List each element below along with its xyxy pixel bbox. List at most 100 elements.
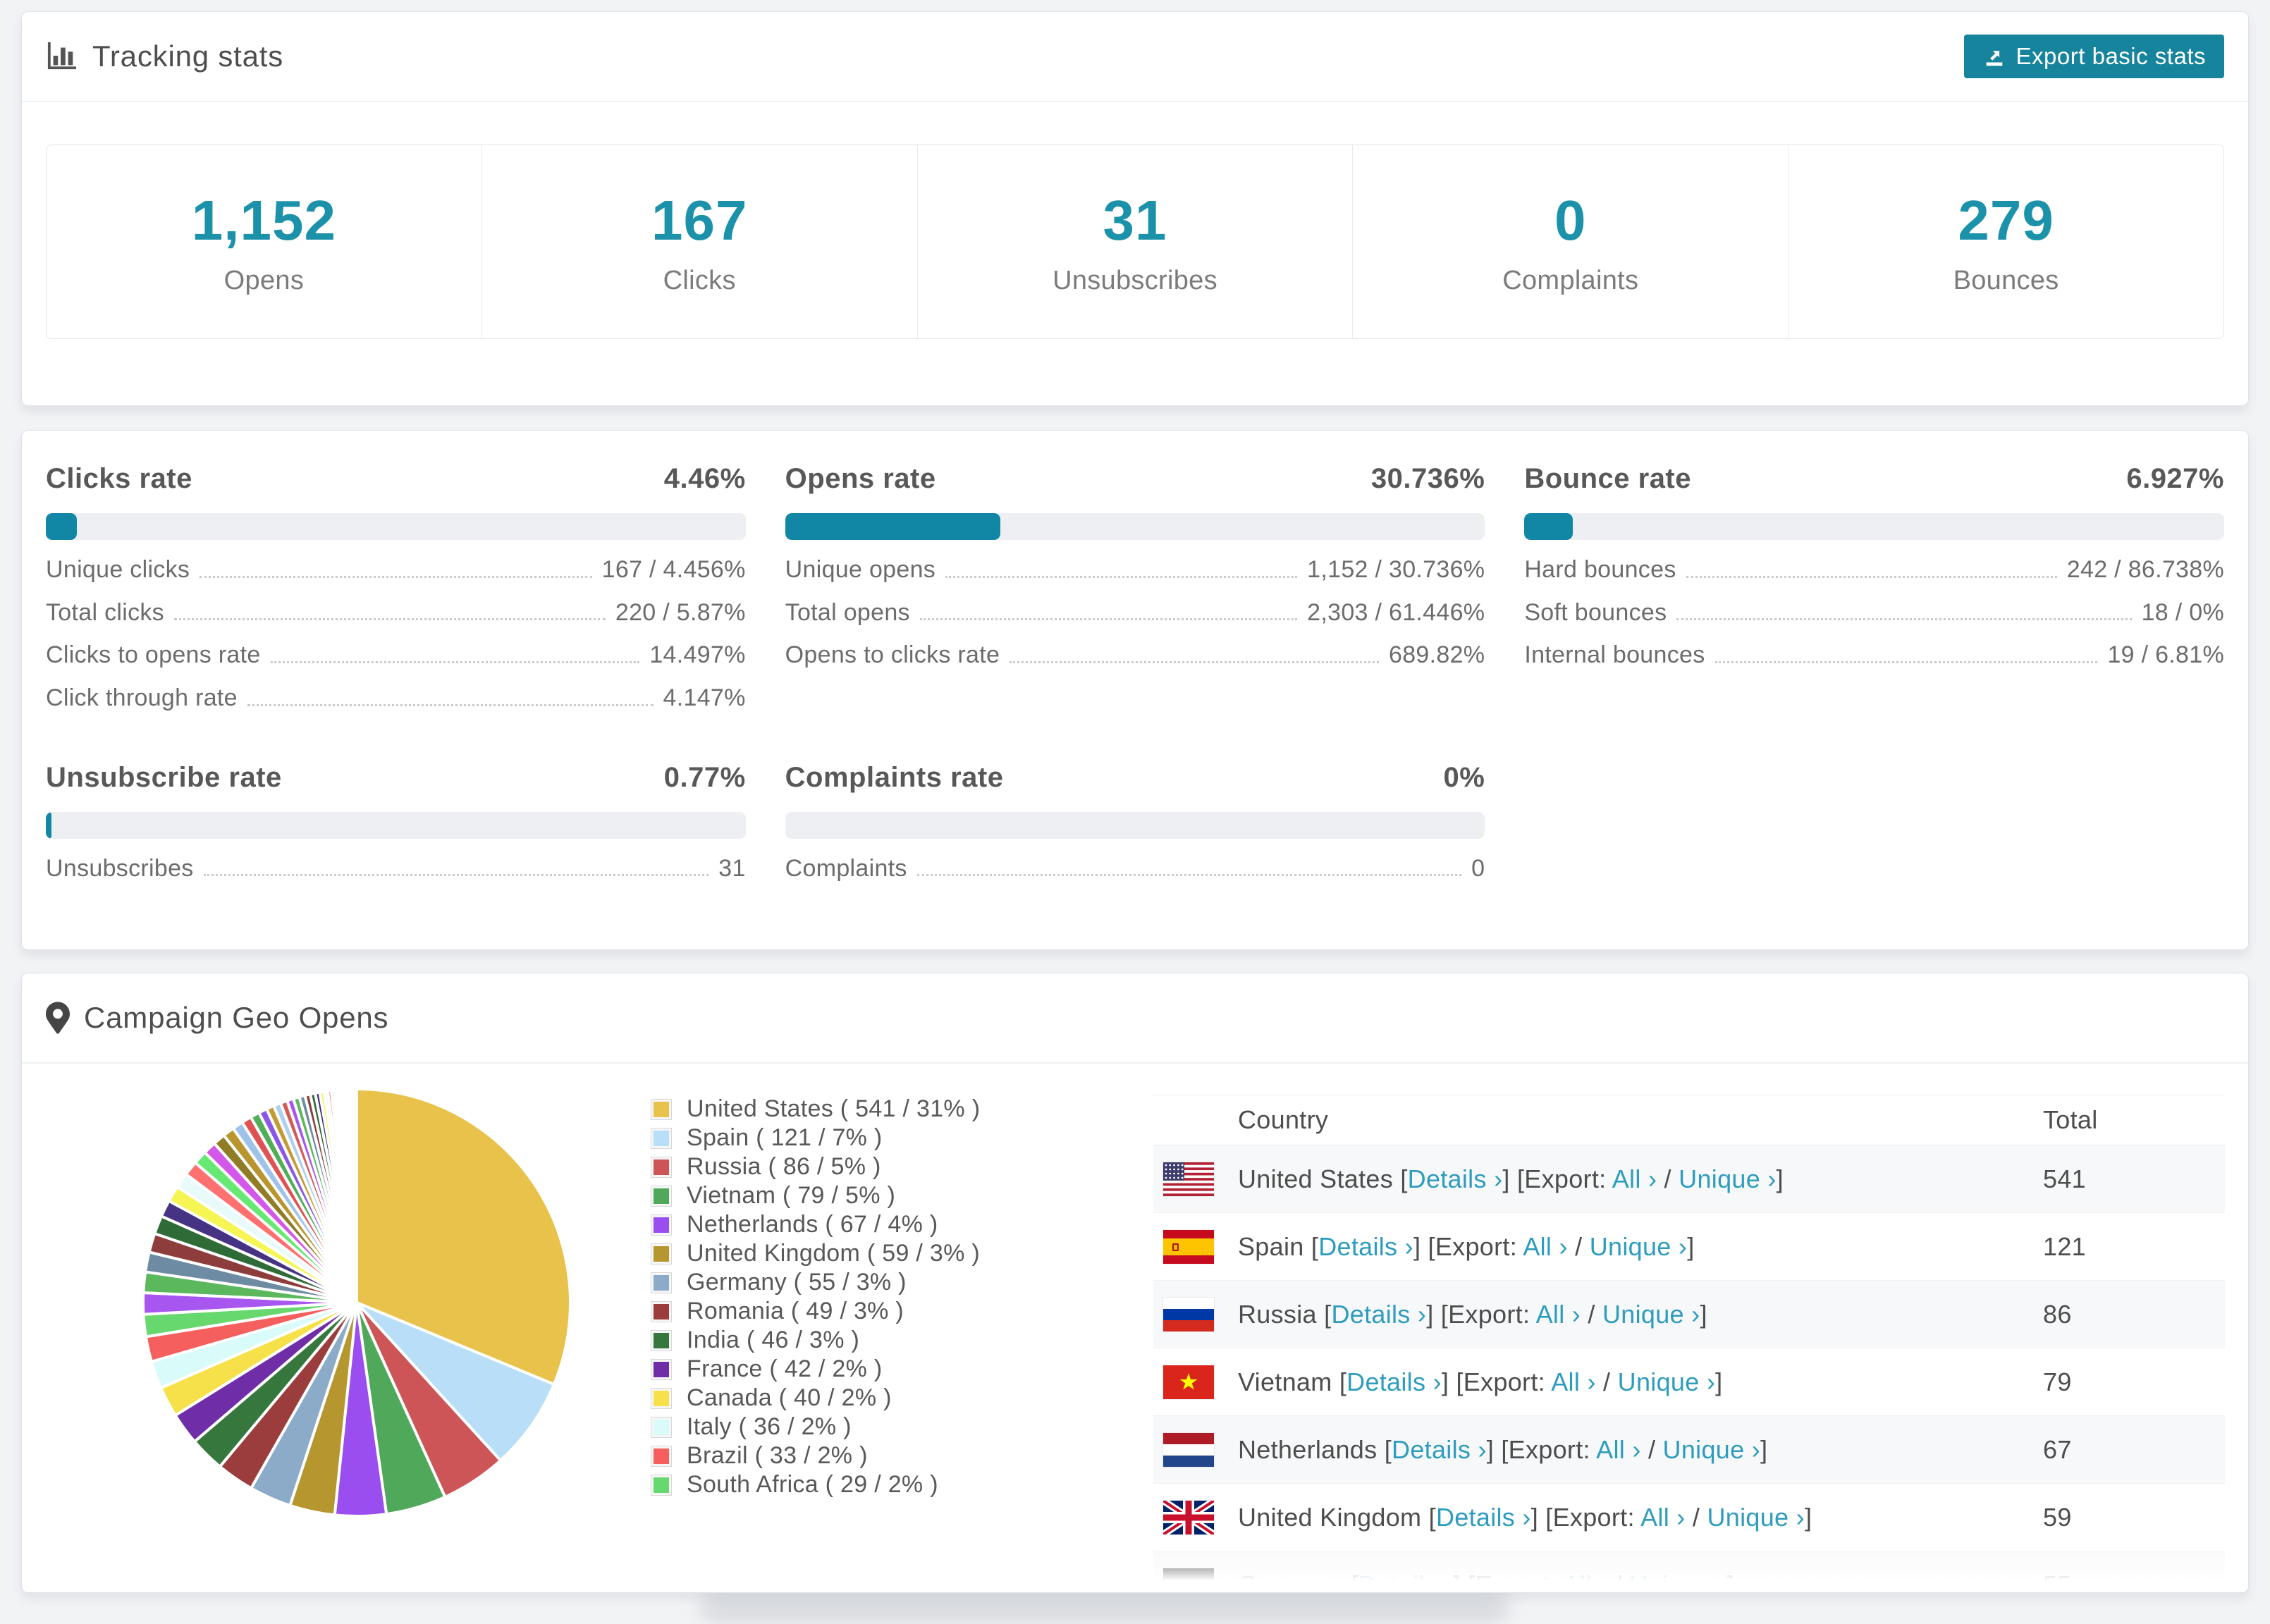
details-link[interactable]: Details › xyxy=(1318,1232,1413,1261)
legend-swatch xyxy=(651,1100,671,1119)
rate-row-value: 18 / 0% xyxy=(2142,601,2224,626)
rate-row: Click through rate4.147% xyxy=(46,686,746,711)
stat-label: Complaints xyxy=(1502,266,1638,296)
table-row-de: Germany [Details ›] [Export: All › / Uni… xyxy=(1153,1551,2225,1593)
details-link[interactable]: Details › xyxy=(1392,1435,1487,1464)
bracket: ] xyxy=(1805,1503,1812,1532)
rate-row-label: Complaints xyxy=(785,856,907,882)
dotted-leader xyxy=(945,576,1297,578)
rate-value: 30.736% xyxy=(1371,463,1485,495)
stat-box-unsubscribes: 31Unsubscribes xyxy=(918,145,1354,338)
export-icon xyxy=(1982,44,2006,68)
total-cell: 121 xyxy=(2043,1232,2086,1262)
rate-row-label: Soft bounces xyxy=(1524,601,1667,626)
rate-title: Complaints rate xyxy=(785,762,1004,794)
dotted-leader xyxy=(1010,661,1379,663)
bracket: [ xyxy=(1385,1435,1392,1464)
country-name: Russia xyxy=(1238,1300,1324,1329)
progress-fill xyxy=(785,513,1000,540)
rate-row-value: 31 xyxy=(718,856,745,882)
legend-item: Romania ( 49 / 3% ) xyxy=(651,1297,980,1326)
country-name: United Kingdom xyxy=(1238,1503,1429,1532)
details-link[interactable]: Details › xyxy=(1358,1570,1454,1594)
legend-swatch xyxy=(651,1128,671,1148)
export-all-link[interactable]: All › xyxy=(1523,1232,1568,1261)
export-all-link[interactable]: All › xyxy=(1536,1300,1581,1329)
export-unique-link[interactable]: Unique › xyxy=(1629,1570,1726,1594)
rate-title: Opens rate xyxy=(785,463,936,495)
export-all-link[interactable]: All › xyxy=(1551,1367,1596,1396)
export-unique-link[interactable]: Unique › xyxy=(1590,1232,1687,1261)
clicks-rate-progress-bar xyxy=(46,513,746,540)
stat-box-complaints: 0 Complaints xyxy=(1353,145,1789,338)
table-row-us: United States [Details ›] [Export: All ›… xyxy=(1153,1145,2225,1213)
legend-label: Romania ( 49 / 3% ) xyxy=(687,1298,904,1325)
geo-table: CountryTotal United States [Details ›] [E… xyxy=(1153,1095,2225,1593)
export-unique-link[interactable]: Unique › xyxy=(1602,1300,1700,1329)
rate-row-value: 242 / 86.738% xyxy=(2067,558,2224,583)
stat-box-opens: 1,152Opens xyxy=(47,145,482,338)
rate-head: Bounce rate6.927% xyxy=(1524,463,2224,495)
country-cell: United Kingdom [Details ›] [Export: All … xyxy=(1238,1503,1812,1532)
stat-label: Opens xyxy=(224,266,304,296)
export-unique-link[interactable]: Unique › xyxy=(1707,1503,1804,1532)
rate-row-label: Unique clicks xyxy=(46,558,190,583)
legend-label: United Kingdom ( 59 / 3% ) xyxy=(687,1240,980,1267)
rate-rows: Unique clicks167 / 4.456%Total clicks220… xyxy=(46,558,746,711)
rate-row-label: Click through rate xyxy=(46,686,238,711)
ru-flag-icon xyxy=(1163,1298,1214,1331)
details-link[interactable]: Details › xyxy=(1436,1503,1531,1532)
rate-row-label: Hard bounces xyxy=(1524,558,1676,583)
country-name: Germany xyxy=(1238,1570,1351,1594)
stat-box-clicks: 167Clicks xyxy=(482,145,918,338)
export-unique-link[interactable]: Unique › xyxy=(1679,1164,1776,1193)
details-link[interactable]: Details › xyxy=(1346,1367,1442,1396)
legend-swatch xyxy=(651,1360,671,1379)
export-unique-link[interactable]: Unique › xyxy=(1663,1435,1760,1464)
bracket: ] [Export: xyxy=(1413,1232,1523,1261)
bracket: [ xyxy=(1400,1164,1407,1193)
export-all-link[interactable]: All › xyxy=(1612,1164,1657,1193)
export-all-link[interactable]: All › xyxy=(1563,1570,1608,1594)
rate-head: Unsubscribe rate0.77% xyxy=(46,762,746,794)
column-header-country: Country xyxy=(1238,1105,1328,1135)
dotted-leader xyxy=(1686,576,2057,578)
export-unique-link[interactable]: Unique › xyxy=(1618,1367,1715,1396)
legend-label: South Africa ( 29 / 2% ) xyxy=(687,1471,938,1499)
rate-value: 0% xyxy=(1444,762,1485,794)
total-cell: 79 xyxy=(2043,1367,2072,1397)
rate-row: Soft bounces 18 / 0% xyxy=(1524,601,2224,626)
dotted-leader xyxy=(204,874,709,876)
bracket: [ xyxy=(1351,1570,1358,1594)
dotted-leader xyxy=(1676,618,2131,620)
country-name: Vietnam xyxy=(1238,1367,1339,1396)
country-cell: United States [Details ›] [Export: All ›… xyxy=(1238,1164,1784,1194)
export-all-link[interactable]: All › xyxy=(1596,1435,1641,1464)
legend-item: Brazil ( 33 / 2% ) xyxy=(651,1441,980,1470)
rate-title: Bounce rate xyxy=(1524,463,1691,495)
details-link[interactable]: Details › xyxy=(1408,1164,1503,1193)
summary-stats: 1,152Opens167Clicks31Unsubscribes 0 Compla… xyxy=(46,144,2224,339)
rate-row-value: 0 xyxy=(1471,856,1485,882)
total-cell: 541 xyxy=(2043,1164,2086,1194)
total-cell: 59 xyxy=(2043,1503,2072,1532)
bracket: ] [Export: xyxy=(1442,1367,1551,1396)
rate-row-value: 14.497% xyxy=(649,643,745,668)
rate-value: 0.77% xyxy=(664,762,746,794)
stat-value: 0 xyxy=(1554,188,1587,253)
slash: / xyxy=(1596,1367,1618,1396)
geo-opens-card: Campaign Geo Opens United States ( 541 /… xyxy=(21,973,2249,1593)
total-cell: 86 xyxy=(2043,1300,2072,1329)
geo-table-header: CountryTotal xyxy=(1153,1095,2225,1145)
export-basic-stats-button[interactable]: Export basic stats xyxy=(1964,35,2224,78)
rates-grid: Clicks rate4.46% Unique clicks167 / 4.456… xyxy=(46,463,2224,881)
rate-head: Clicks rate4.46% xyxy=(46,463,746,495)
dotted-leader xyxy=(920,618,1297,620)
geo-body: United States ( 541 / 31% )Spain ( 121 /… xyxy=(22,1064,2248,1593)
legend-swatch xyxy=(651,1273,671,1293)
export-all-link[interactable]: All › xyxy=(1640,1503,1686,1532)
slash: / xyxy=(1657,1164,1679,1193)
rate-row-value: 19 / 6.81% xyxy=(2107,643,2224,668)
tracking-stats-header: Tracking stats Export basic stats xyxy=(22,12,2248,102)
details-link[interactable]: Details › xyxy=(1331,1300,1426,1329)
